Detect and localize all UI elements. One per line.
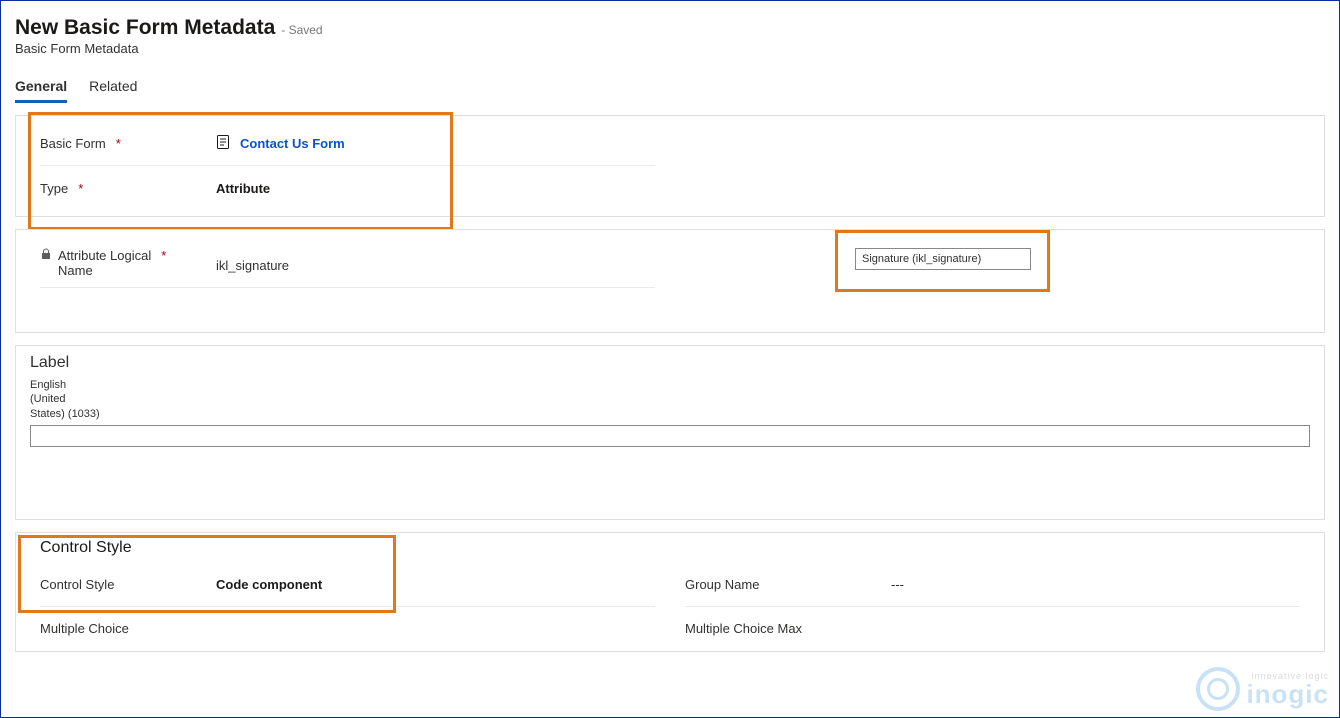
basic-form-link[interactable]: Contact Us Form	[240, 136, 345, 151]
brand-logo-tagline: innovative logic	[1246, 672, 1329, 681]
field-type[interactable]: Type * Attribute	[40, 166, 655, 210]
page-title: New Basic Form Metadata	[15, 16, 275, 40]
tab-related[interactable]: Related	[89, 78, 137, 103]
multiple-choice-label: Multiple Choice	[40, 621, 129, 636]
type-label: Type	[40, 181, 68, 196]
prototype-attribute-box[interactable]: Signature (ikl_signature)	[855, 248, 1031, 270]
brand-logo-icon	[1196, 667, 1240, 711]
section-control-style: Control Style Control Style Code compone…	[15, 532, 1325, 652]
label-english-input[interactable]	[30, 425, 1310, 447]
field-group-name[interactable]: Group Name ---	[685, 563, 1300, 607]
label-heading: Label	[16, 346, 1324, 378]
page-header: New Basic Form Metadata - Saved	[15, 16, 1325, 40]
page-subtitle: Basic Form Metadata	[15, 41, 1325, 56]
brand-logo-name: inogic	[1246, 681, 1329, 707]
save-status: - Saved	[281, 23, 322, 37]
field-control-style[interactable]: Control Style Code component	[40, 563, 655, 607]
control-style-label: Control Style	[40, 577, 114, 592]
lock-icon	[40, 248, 52, 263]
section-basic: Basic Form * Contact Us Form Type *	[15, 115, 1325, 217]
group-name-value: ---	[891, 577, 904, 592]
section-attribute: Attribute Logical Name * ikl_signature S…	[15, 229, 1325, 333]
label-language: English (United States) (1033)	[16, 378, 116, 421]
attribute-label-line1: Attribute Logical	[58, 248, 151, 263]
tab-bar: General Related	[15, 78, 1325, 103]
type-value: Attribute	[216, 181, 270, 196]
control-style-value: Code component	[216, 577, 322, 592]
field-multiple-choice[interactable]: Multiple Choice	[40, 607, 655, 651]
field-attribute-logical-name[interactable]: ikl_signature	[210, 248, 655, 273]
section-label: Label English (United States) (1033)	[15, 345, 1325, 520]
brand-watermark: innovative logic inogic	[1196, 667, 1329, 711]
form-icon	[216, 134, 232, 153]
field-multiple-choice-max[interactable]: Multiple Choice Max	[685, 607, 1300, 651]
attribute-value: ikl_signature	[216, 258, 289, 273]
multiple-choice-max-label: Multiple Choice Max	[685, 621, 802, 636]
basic-form-label: Basic Form	[40, 136, 106, 151]
field-basic-form[interactable]: Basic Form * Contact Us Form	[40, 122, 655, 166]
tab-general[interactable]: General	[15, 78, 67, 103]
control-style-heading: Control Style	[40, 535, 1300, 563]
attribute-label-line2: Name	[58, 263, 93, 278]
group-name-label: Group Name	[685, 577, 759, 592]
